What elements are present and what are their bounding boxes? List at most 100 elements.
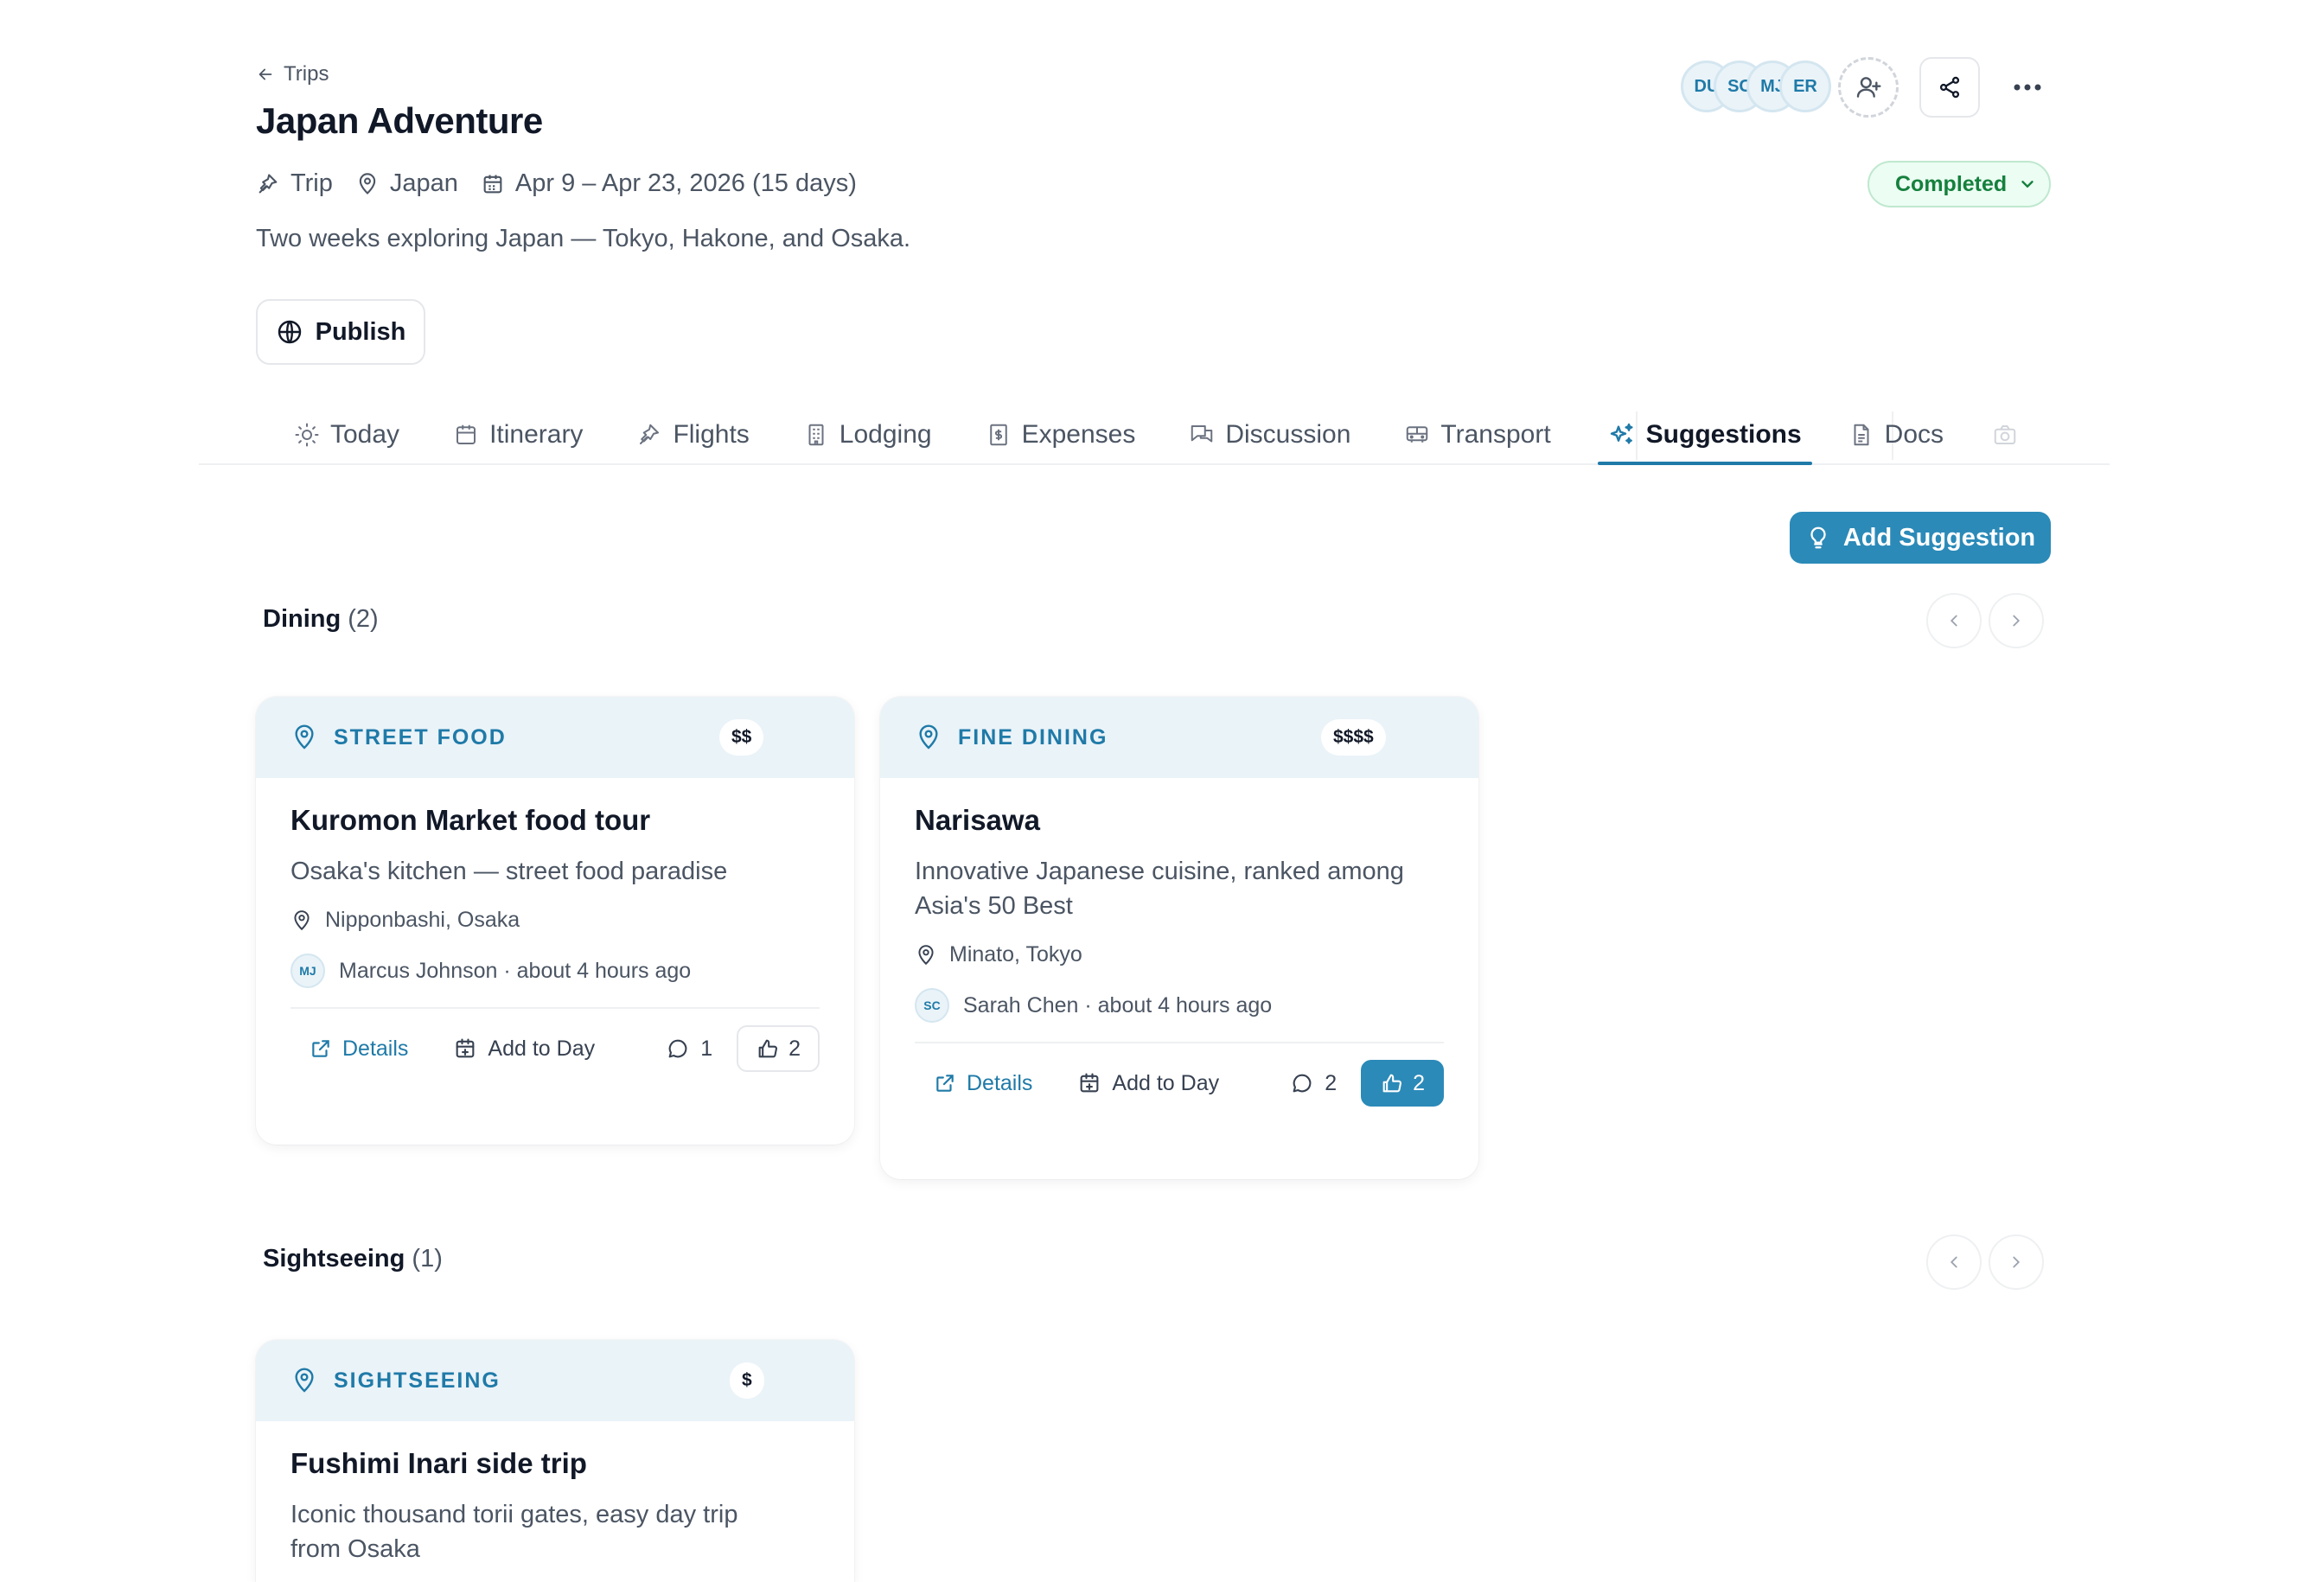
suggestion-card[interactable]: SIGHTSEEING $ Fushimi Inari side trip Ic…: [256, 1340, 854, 1582]
tab-expenses[interactable]: Expenses: [972, 406, 1150, 463]
sun-icon: [295, 423, 319, 447]
section-heading-dining: Dining (2): [263, 605, 379, 633]
user-plus-icon: [1856, 77, 1881, 98]
map-pin-icon: [295, 1368, 314, 1393]
plane-icon: [259, 173, 278, 193]
tab-transport[interactable]: Transport: [1390, 406, 1564, 463]
map-pin-icon: [918, 944, 934, 965]
tabs-divider: [199, 463, 2110, 465]
card-location: Nipponbashi, Osaka: [290, 908, 820, 933]
arrow-left-icon: [259, 68, 272, 80]
globe-icon: [278, 320, 301, 344]
card-author: SC Sarah Chen · about 4 hours ago: [915, 988, 1444, 1023]
chevron-right-icon: [2013, 615, 2021, 627]
share-button[interactable]: [1919, 57, 1980, 118]
more-options-button[interactable]: [1997, 57, 2058, 118]
avatar[interactable]: ER: [1779, 61, 1831, 112]
receipt-icon: [989, 424, 1007, 446]
building-icon: [808, 424, 824, 446]
add-to-day-button[interactable]: Add to Day: [1077, 1071, 1219, 1096]
card-title: Narisawa: [915, 804, 1040, 836]
external-link-icon: [936, 1075, 954, 1092]
trip-type: Trip: [256, 169, 333, 198]
tab-lodging[interactable]: Lodging: [789, 406, 946, 463]
price-badge: $: [730, 1362, 764, 1399]
publish-button[interactable]: Publish: [256, 299, 425, 365]
card-subtitle: Iconic thousand torii gates, easy day tr…: [290, 1501, 738, 1563]
card-header: FINE DINING $$$$: [880, 697, 1478, 778]
chat-icon: [1191, 425, 1213, 443]
bus-icon: [1407, 426, 1428, 443]
price-badge: $$$$: [1321, 719, 1386, 756]
breadcrumb-label: Trips: [284, 62, 329, 86]
share-icon: [1939, 76, 1960, 99]
page-title: Japan Adventure: [256, 100, 543, 141]
tab-flights[interactable]: Flights: [622, 406, 763, 463]
avatar: SC: [915, 988, 949, 1023]
suggestion-card[interactable]: STREET FOOD $$ Kuromon Market food tour …: [256, 697, 854, 1145]
chevron-left-icon: [1950, 615, 1957, 627]
avatar: MJ: [290, 954, 325, 988]
tab-bar: Today Itinerary Flights Lodging Expenses…: [256, 406, 2018, 465]
map-pin-icon: [919, 724, 938, 750]
plane-icon: [640, 424, 660, 444]
card-category: SIGHTSEEING: [334, 1368, 501, 1393]
comments-button[interactable]: 1: [666, 1037, 712, 1062]
thumbs-up-icon: [1382, 1074, 1402, 1093]
card-actions: Details Add to Day 1 2: [290, 1009, 820, 1088]
comments-button[interactable]: 2: [1290, 1071, 1337, 1096]
status-value: Completed: [1895, 171, 2008, 196]
carousel-next-button[interactable]: [1989, 593, 2044, 648]
card-category: STREET FOOD: [334, 724, 507, 750]
card-actions: Details Add to Day 2 2: [915, 1043, 1444, 1123]
card-title: Fushimi Inari side trip: [290, 1447, 587, 1479]
lightbulb-icon: [1810, 526, 1826, 549]
price-badge: $$: [719, 719, 764, 756]
external-link-icon: [312, 1040, 329, 1057]
upvote-button-active[interactable]: 2: [1361, 1060, 1444, 1107]
details-link[interactable]: Details: [310, 1037, 408, 1062]
tab-today[interactable]: Today: [280, 406, 413, 463]
tab-itinerary[interactable]: Itinerary: [439, 406, 597, 463]
breadcrumb-back-link[interactable]: Trips: [256, 62, 329, 86]
trip-dates: Apr 9 – Apr 23, 2026 (15 days): [481, 169, 857, 198]
trip-location: Japan: [355, 169, 458, 198]
carousel-prev-button[interactable]: [1926, 593, 1982, 648]
details-link[interactable]: Details: [934, 1071, 1032, 1096]
camera-icon: [1994, 425, 2016, 444]
comment-icon: [1293, 1074, 1312, 1093]
trip-meta: Trip Japan Apr 9 – Apr 23, 2026 (15 days…: [256, 169, 879, 198]
card-title: Kuromon Market food tour: [290, 804, 651, 836]
sparkles-icon: [1610, 423, 1633, 444]
chevron-left-icon: [1950, 1256, 1957, 1268]
tab-suggestions[interactable]: Suggestions: [1594, 406, 1816, 465]
carousel-next-button[interactable]: [1989, 1234, 2044, 1290]
add-to-day-button[interactable]: Add to Day: [453, 1037, 595, 1062]
invite-member-button[interactable]: [1838, 57, 1899, 118]
tab-photos-overflow[interactable]: [1992, 406, 2018, 463]
thumbs-up-icon: [758, 1039, 778, 1058]
map-pin-icon: [294, 909, 310, 930]
calendar-icon: [483, 175, 502, 193]
suggestion-card[interactable]: FINE DINING $$$$ Narisawa Innovative Jap…: [880, 697, 1478, 1179]
document-icon: [1854, 424, 1869, 446]
card-category: FINE DINING: [958, 724, 1108, 750]
add-suggestion-button[interactable]: Add Suggestion: [1790, 512, 2051, 564]
map-pin-icon: [295, 724, 314, 750]
card-header: SIGHTSEEING $: [256, 1340, 854, 1421]
chevron-down-icon: [2021, 181, 2034, 188]
comment-icon: [668, 1039, 687, 1058]
card-header: STREET FOOD $$: [256, 697, 854, 778]
card-subtitle: Osaka's kitchen — street food paradise: [290, 858, 728, 885]
carousel-prev-button[interactable]: [1926, 1234, 1982, 1290]
upvote-button[interactable]: 2: [737, 1025, 820, 1072]
section-heading-sightseeing: Sightseeing (1): [263, 1245, 443, 1273]
chevron-right-icon: [2013, 1256, 2021, 1268]
tab-discussion[interactable]: Discussion: [1175, 406, 1364, 463]
status-select[interactable]: Completed: [1868, 161, 2051, 207]
calendar-plus-icon: [1081, 1073, 1099, 1093]
trip-description: Two weeks exploring Japan — Tokyo, Hakon…: [256, 225, 911, 252]
calendar-icon: [456, 424, 476, 444]
tab-docs[interactable]: Docs: [1835, 406, 1957, 463]
map-pin-icon: [359, 172, 376, 195]
